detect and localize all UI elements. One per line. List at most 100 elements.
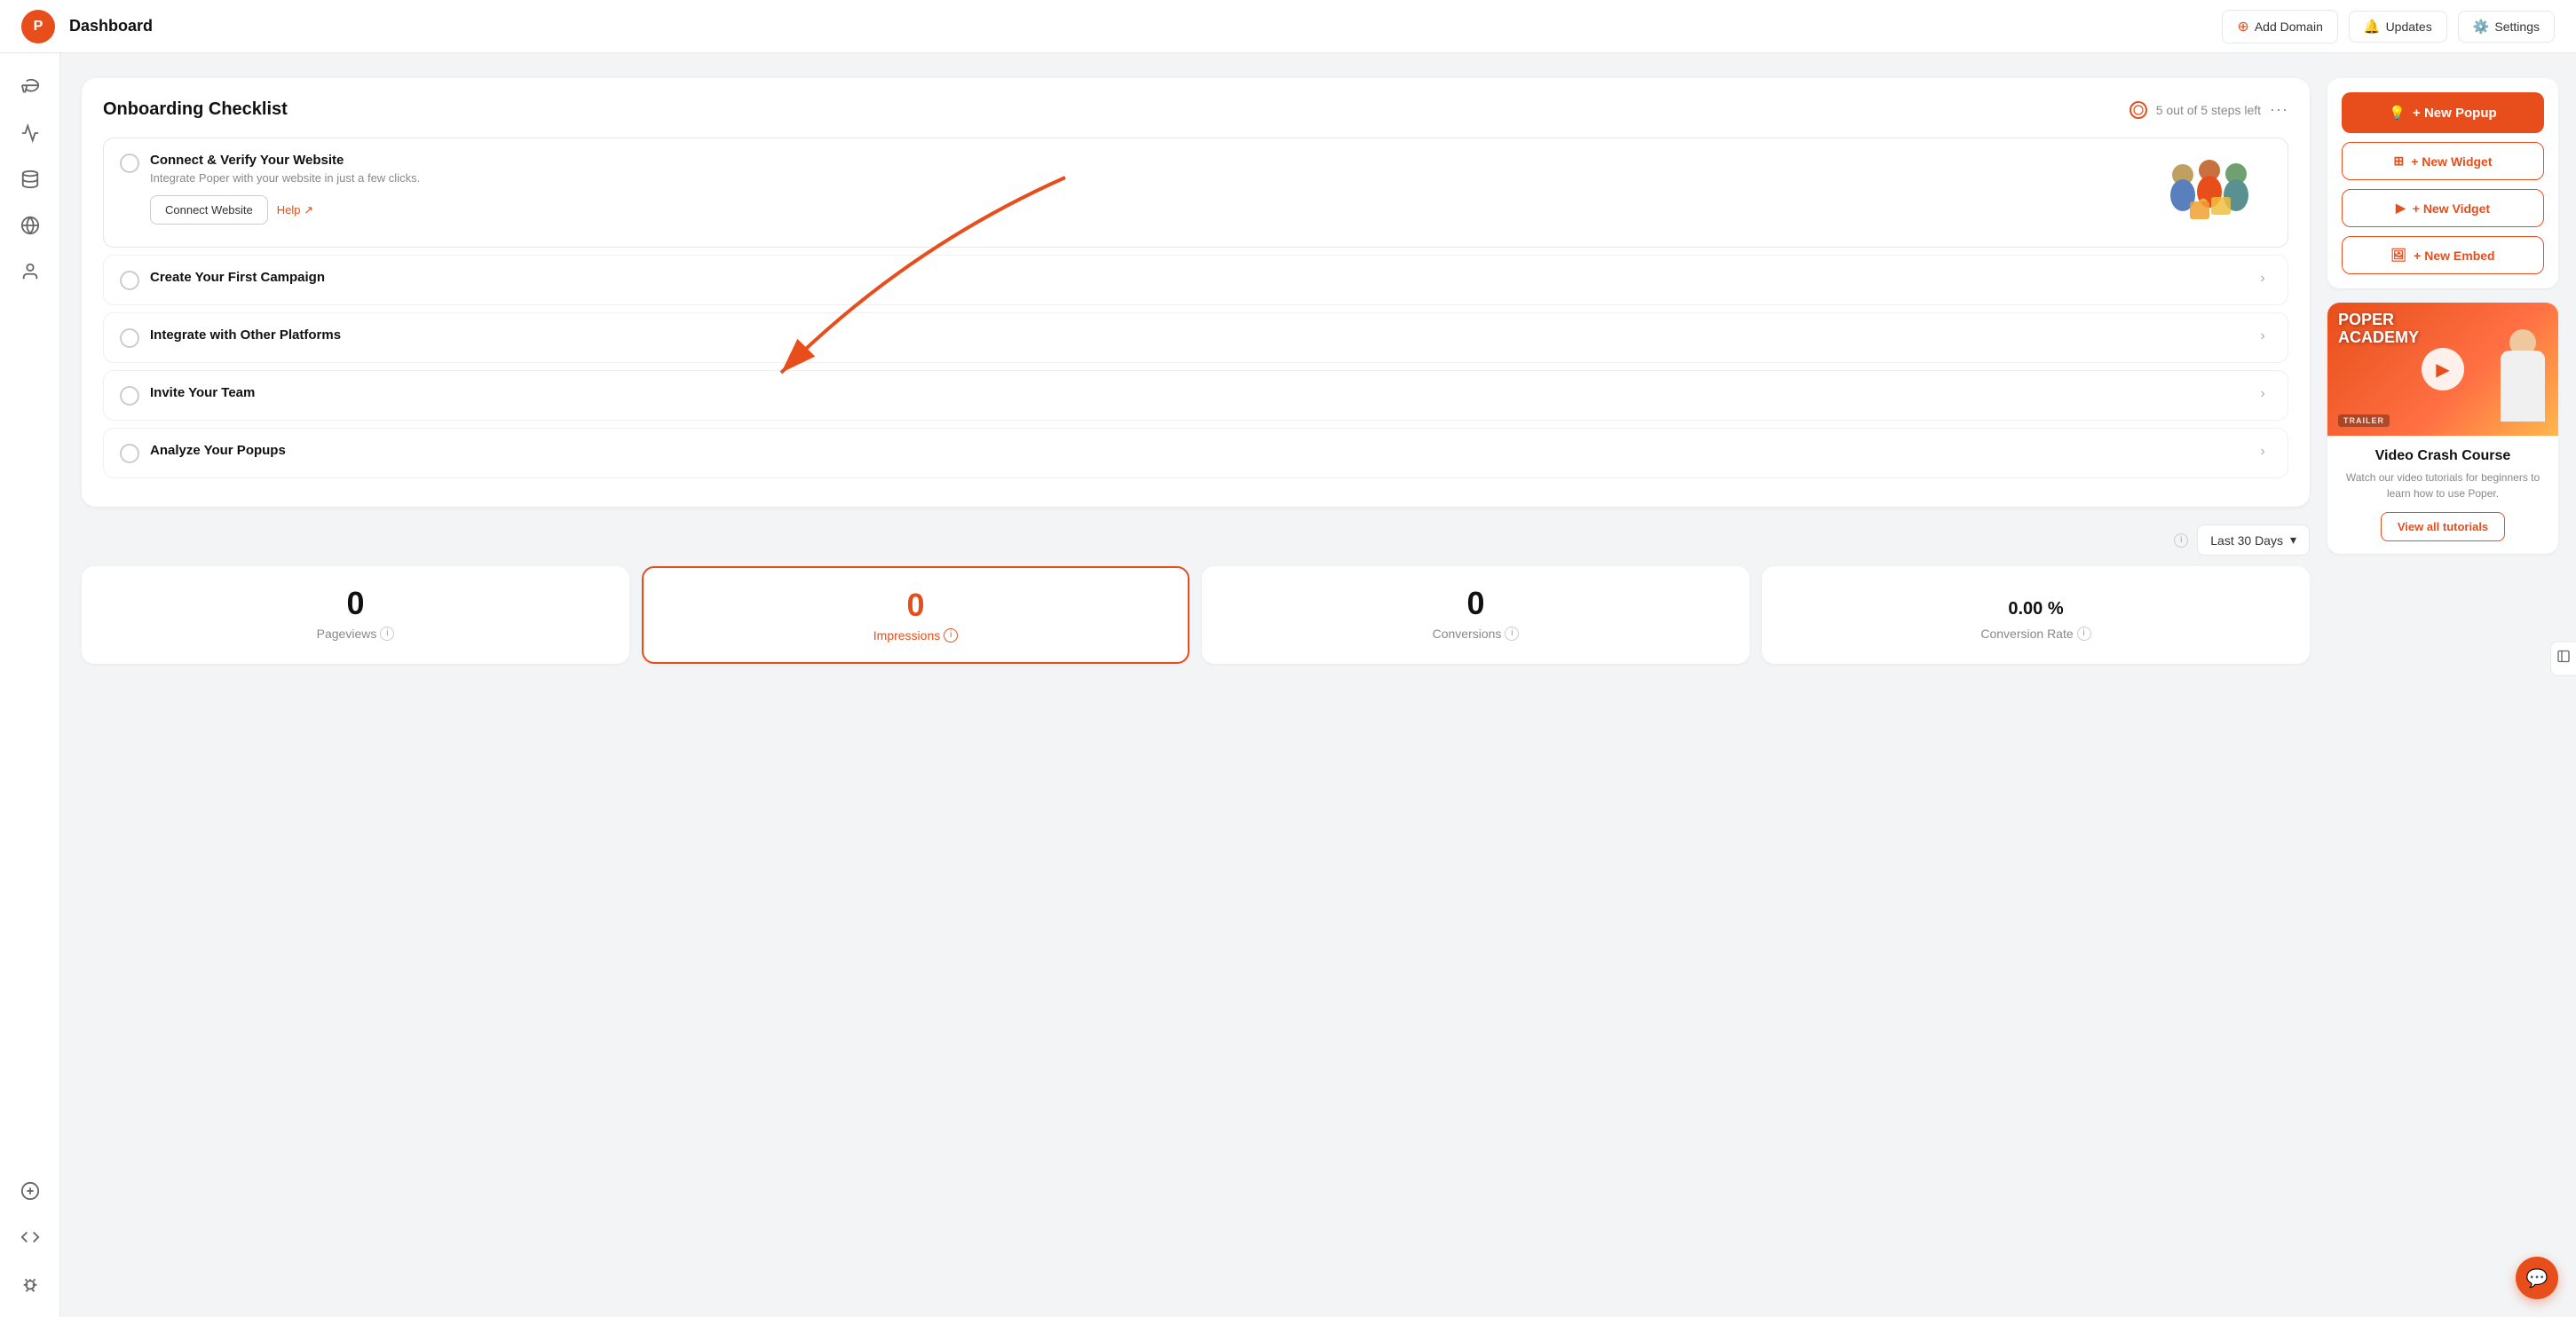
view-tutorials-button[interactable]: View all tutorials bbox=[2381, 512, 2505, 541]
play-button[interactable]: ▶ bbox=[2422, 348, 2464, 390]
add-domain-button[interactable]: ⊕ Add Domain bbox=[2222, 10, 2337, 43]
checklist-item-left-2: Create Your First Campaign bbox=[120, 270, 2254, 290]
right-edge-panel-icon[interactable] bbox=[2550, 642, 2576, 676]
impressions-info-icon[interactable]: i bbox=[944, 628, 958, 643]
bell-icon: 🔔 bbox=[2364, 19, 2381, 35]
updates-button[interactable]: 🔔 Updates bbox=[2349, 11, 2447, 43]
date-range-dropdown[interactable]: Last 30 Days ▾ bbox=[2197, 524, 2310, 556]
conversion-rate-info-icon[interactable]: i bbox=[2077, 627, 2091, 641]
conversions-label: Conversions i bbox=[1220, 627, 1732, 641]
chat-bubble[interactable]: 💬 bbox=[2516, 1257, 2558, 1299]
academy-card-title: Video Crash Course bbox=[2340, 448, 2546, 464]
onboarding-header: Onboarding Checklist 5 out of 5 steps le… bbox=[103, 99, 2288, 120]
vidget-icon: ▶ bbox=[2396, 201, 2406, 216]
sidebar-item-dollar[interactable] bbox=[11, 1171, 50, 1211]
pageviews-label: Pageviews i bbox=[99, 627, 612, 641]
checklist-item-content: Connect & Verify Your Website Integrate … bbox=[150, 153, 420, 225]
popup-icon: 💡 bbox=[2389, 105, 2406, 121]
chevron-right-icon-4: › bbox=[2254, 385, 2272, 403]
academy-trailer-badge: TRAILER bbox=[2338, 414, 2390, 427]
header-actions: ⊕ Add Domain 🔔 Updates ⚙️ Settings bbox=[2222, 10, 2555, 43]
page-title: Dashboard bbox=[69, 17, 2222, 35]
stats-info-icon[interactable]: i bbox=[2174, 533, 2188, 548]
connect-website-button[interactable]: Connect Website bbox=[150, 195, 268, 225]
chevron-right-icon-2: › bbox=[2254, 270, 2272, 288]
conversions-value: 0 bbox=[1220, 586, 1732, 621]
new-popup-label: + New Popup bbox=[2413, 106, 2497, 121]
onboarding-title: Onboarding Checklist bbox=[103, 99, 288, 120]
gear-icon: ⚙️ bbox=[2473, 19, 2490, 35]
academy-body: Video Crash Course Watch our video tutor… bbox=[2327, 436, 2558, 554]
checklist-item-desc-website: Integrate Poper with your website in jus… bbox=[150, 171, 420, 185]
new-vidget-label: + New Vidget bbox=[2413, 201, 2490, 216]
academy-card: POPERACADEMY ▶ TRAILER Video Crash Cours… bbox=[2327, 303, 2558, 554]
onboarding-meta: 5 out of 5 steps left ··· bbox=[2130, 100, 2288, 119]
logo: P bbox=[21, 10, 55, 43]
new-widget-button[interactable]: ⊞ + New Widget bbox=[2342, 142, 2544, 180]
sidebar-item-database[interactable] bbox=[11, 160, 50, 199]
right-panel: 💡 + New Popup ⊞ + New Widget ▶ + New Vid… bbox=[2327, 78, 2558, 1292]
impressions-label: Impressions i bbox=[661, 628, 1170, 643]
checklist-item-campaign[interactable]: Create Your First Campaign › bbox=[103, 255, 2288, 305]
settings-label: Settings bbox=[2494, 20, 2540, 34]
new-widget-label: + New Widget bbox=[2411, 154, 2492, 169]
academy-thumbnail[interactable]: POPERACADEMY ▶ TRAILER bbox=[2327, 303, 2558, 436]
date-range-label: Last 30 Days bbox=[2210, 533, 2283, 548]
help-link[interactable]: Help ↗ bbox=[277, 203, 313, 217]
steps-indicator bbox=[2130, 101, 2147, 119]
add-domain-label: Add Domain bbox=[2255, 20, 2323, 34]
checklist-item-actions: Connect Website Help ↗ bbox=[150, 195, 420, 225]
checklist-item-title-website: Connect & Verify Your Website bbox=[150, 153, 420, 168]
sidebar bbox=[0, 53, 60, 1317]
checklist-item-title-analyze: Analyze Your Popups bbox=[150, 443, 286, 458]
checklist-item-left-4: Invite Your Team bbox=[120, 385, 2254, 406]
updates-label: Updates bbox=[2386, 20, 2432, 34]
checklist-item-analyze[interactable]: Analyze Your Popups › bbox=[103, 428, 2288, 478]
checklist-item-title-platforms: Integrate with Other Platforms bbox=[150, 327, 341, 343]
circle-check-website bbox=[120, 154, 139, 173]
new-vidget-button[interactable]: ▶ + New Vidget bbox=[2342, 189, 2544, 227]
checklist-item-website[interactable]: Connect & Verify Your Website Integrate … bbox=[103, 138, 2288, 248]
stat-card-conversion-rate: 0.00 % Conversion Rate i bbox=[1762, 566, 2310, 664]
checklist-item-left: Connect & Verify Your Website Integrate … bbox=[120, 153, 2156, 225]
sidebar-item-bug[interactable] bbox=[11, 1264, 50, 1303]
new-popup-button[interactable]: 💡 + New Popup bbox=[2342, 92, 2544, 133]
sidebar-item-code[interactable] bbox=[11, 1218, 50, 1257]
sidebar-item-megaphone[interactable] bbox=[11, 67, 50, 106]
header: P Dashboard ⊕ Add Domain 🔔 Updates ⚙️ Se… bbox=[0, 0, 2576, 53]
onboarding-checklist-card: Onboarding Checklist 5 out of 5 steps le… bbox=[82, 78, 2310, 507]
left-panel: Onboarding Checklist 5 out of 5 steps le… bbox=[82, 78, 2310, 1292]
puzzle-illustration bbox=[2156, 153, 2272, 233]
pageviews-value: 0 bbox=[99, 586, 612, 621]
stats-section: i Last 30 Days ▾ 0 Pageviews i bbox=[82, 524, 2310, 664]
sidebar-item-analytics[interactable] bbox=[11, 114, 50, 153]
checklist-item-title-team: Invite Your Team bbox=[150, 385, 255, 400]
circle-check-team bbox=[120, 386, 139, 406]
logo-text: P bbox=[34, 19, 43, 35]
sidebar-item-globe[interactable] bbox=[11, 206, 50, 245]
impressions-value: 0 bbox=[661, 588, 1170, 623]
settings-button[interactable]: ⚙️ Settings bbox=[2458, 11, 2555, 43]
checklist-item-platforms[interactable]: Integrate with Other Platforms › bbox=[103, 312, 2288, 363]
add-domain-icon: ⊕ bbox=[2237, 18, 2248, 35]
checklist-item-left-5: Analyze Your Popups bbox=[120, 443, 2254, 463]
new-embed-button[interactable]: 🖼 + New Embed bbox=[2342, 236, 2544, 274]
checklist-item-left-3: Integrate with Other Platforms bbox=[120, 327, 2254, 348]
chevron-right-icon-5: › bbox=[2254, 443, 2272, 461]
main-layout: Onboarding Checklist 5 out of 5 steps le… bbox=[0, 53, 2576, 1317]
content-area: Onboarding Checklist 5 out of 5 steps le… bbox=[60, 53, 2576, 1317]
stats-header: i Last 30 Days ▾ bbox=[82, 524, 2310, 556]
conversion-rate-value: 0.00 % bbox=[1780, 586, 2292, 621]
steps-label: 5 out of 5 steps left bbox=[2156, 103, 2261, 117]
conversions-info-icon[interactable]: i bbox=[1505, 627, 1519, 641]
academy-title-overlay: POPERACADEMY bbox=[2338, 312, 2419, 347]
sidebar-item-user[interactable] bbox=[11, 252, 50, 291]
conversion-rate-label: Conversion Rate i bbox=[1780, 627, 2292, 641]
stat-card-conversions: 0 Conversions i bbox=[1202, 566, 1750, 664]
academy-card-desc: Watch our video tutorials for beginners … bbox=[2340, 469, 2546, 501]
checklist-item-title-campaign: Create Your First Campaign bbox=[150, 270, 325, 285]
more-icon[interactable]: ··· bbox=[2270, 100, 2288, 119]
circle-check-analyze bbox=[120, 444, 139, 463]
checklist-item-team[interactable]: Invite Your Team › bbox=[103, 370, 2288, 421]
pageviews-info-icon[interactable]: i bbox=[380, 627, 394, 641]
